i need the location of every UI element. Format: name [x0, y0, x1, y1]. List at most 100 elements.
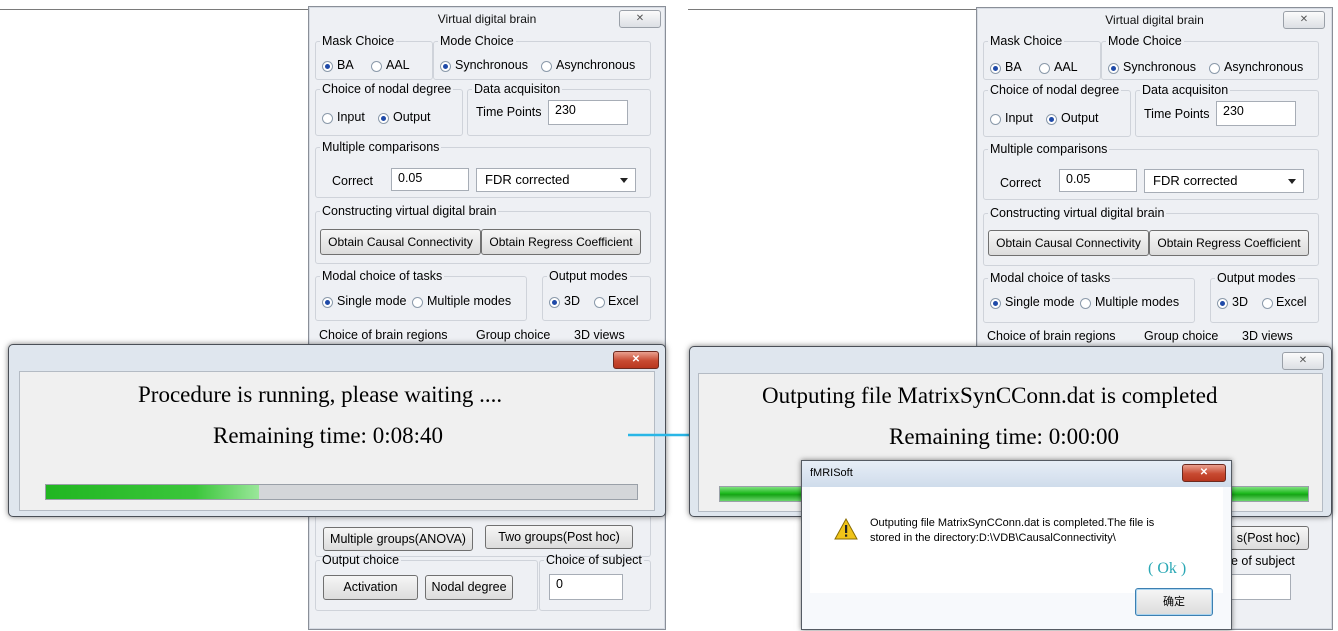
radio-asynchronous[interactable] [1209, 63, 1220, 74]
window-title: Virtual digital brain [437, 12, 537, 26]
correct-label: Correct [332, 174, 373, 188]
radio-synchronous[interactable] [1108, 63, 1119, 74]
radio-synchronous-label: Synchronous [1123, 60, 1196, 74]
close-button[interactable]: ✕ [1282, 352, 1324, 370]
radio-input-label: Input [1005, 111, 1033, 125]
mask-choice-legend: Mask Choice [990, 34, 1063, 48]
nodal-degree-group: Choice of nodal degree [983, 83, 1131, 137]
close-button[interactable]: ✕ [613, 351, 659, 369]
message-box-titlebar [802, 461, 1231, 487]
mask-choice-legend: Mask Choice [322, 34, 395, 48]
radio-multiple-modes[interactable] [412, 297, 423, 308]
output-choice-legend: Output choice [322, 553, 400, 567]
close-icon: ✕ [1299, 14, 1309, 25]
chevron-down-icon [620, 178, 628, 183]
message-box-text-line2: stored in the directory:D:\VDB\CausalCon… [870, 532, 1116, 544]
obtain-causal-connectivity-button[interactable]: Obtain Causal Connectivity [320, 229, 481, 255]
radio-single-mode-label: Single mode [337, 294, 407, 308]
radio-input-label: Input [337, 110, 365, 124]
obtain-causal-connectivity-button[interactable]: Obtain Causal Connectivity [988, 230, 1149, 256]
progress-bar [45, 484, 638, 500]
close-button[interactable]: ✕ [1283, 11, 1325, 29]
radio-output[interactable] [1046, 114, 1057, 125]
correct-input[interactable]: 0.05 [391, 168, 469, 191]
correct-label: Correct [1000, 176, 1041, 190]
nodal-degree-group: Choice of nodal degree [315, 82, 463, 136]
correction-method-select[interactable]: FDR corrected [1144, 169, 1304, 193]
radio-multiple-modes[interactable] [1080, 298, 1091, 309]
radio-input[interactable] [990, 114, 1001, 125]
correction-method-select[interactable]: FDR corrected [476, 168, 636, 192]
data-acquisition-legend: Data acquisiton [474, 82, 561, 96]
progress-dialog-running: ✕ Procedure is running, please waiting .… [8, 344, 666, 517]
multiple-comparisons-legend: Multiple comparisons [322, 140, 440, 154]
radio-ba-label: BA [1005, 60, 1022, 74]
progress-message: Procedure is running, please waiting ...… [138, 382, 503, 407]
main-window-left: Virtual digital brain ✕ Mask Choice BA A… [308, 6, 666, 630]
radio-3d[interactable] [1217, 298, 1228, 309]
group-choice-legend: Group choice [476, 328, 551, 342]
radio-input[interactable] [322, 113, 333, 124]
time-points-label: Time Points [476, 105, 542, 119]
time-points-input[interactable]: 230 [548, 100, 628, 125]
time-points-input[interactable]: 230 [1216, 101, 1296, 126]
radio-asynchronous[interactable] [541, 61, 552, 72]
radio-3d-label: 3D [1232, 295, 1248, 309]
radio-3d[interactable] [549, 297, 560, 308]
progress-body: Procedure is running, please waiting ...… [19, 371, 655, 511]
close-icon: ✕ [635, 13, 645, 24]
radio-aal-label: AAL [386, 58, 410, 72]
radio-excel-label: Excel [1276, 295, 1307, 309]
radio-synchronous-label: Synchronous [455, 58, 528, 72]
radio-ba[interactable] [322, 61, 333, 72]
3d-views-legend: 3D views [1242, 329, 1293, 343]
obtain-regress-coefficient-button[interactable]: Obtain Regress Coefficient [481, 229, 641, 255]
radio-output[interactable] [378, 113, 389, 124]
mask-choice-group: Mask Choice [315, 34, 433, 80]
multiple-comparisons-legend: Multiple comparisons [990, 142, 1108, 156]
remaining-time: Remaining time: 0:00:00 [889, 424, 1119, 449]
radio-3d-label: 3D [564, 294, 580, 308]
correction-method-value: FDR corrected [1153, 173, 1238, 188]
mode-choice-legend: Mode Choice [440, 34, 514, 48]
ok-button[interactable]: 确定 [1135, 588, 1213, 616]
close-button[interactable]: ✕ [619, 10, 661, 28]
post-hoc-button[interactable]: Two groups(Post hoc) [485, 525, 633, 549]
radio-aal[interactable] [371, 61, 382, 72]
radio-excel[interactable] [1262, 298, 1273, 309]
message-box-title: fMRISoft [810, 467, 853, 479]
window-title: Virtual digital brain [1105, 13, 1204, 27]
radio-ba[interactable] [990, 63, 1001, 74]
anova-button[interactable]: Multiple groups(ANOVA) [323, 527, 473, 551]
radio-single-mode[interactable] [322, 297, 333, 308]
radio-asynchronous-label: Asynchronous [1224, 60, 1304, 74]
radio-aal[interactable] [1039, 63, 1050, 74]
radio-multiple-modes-label: Multiple modes [427, 294, 512, 308]
output-modes-legend: Output modes [1217, 271, 1296, 285]
modal-choice-legend: Modal choice of tasks [990, 271, 1111, 285]
correct-input[interactable]: 0.05 [1059, 169, 1137, 192]
subject-input[interactable]: 0 [549, 574, 623, 600]
close-icon: ✕ [631, 354, 641, 365]
radio-multiple-modes-label: Multiple modes [1095, 295, 1180, 309]
radio-excel[interactable] [594, 297, 605, 308]
nodal-degree-legend: Choice of nodal degree [990, 83, 1120, 97]
close-icon: ✕ [1298, 355, 1308, 366]
radio-excel-label: Excel [608, 294, 639, 308]
data-acquisition-legend: Data acquisiton [1142, 83, 1229, 97]
close-button[interactable]: ✕ [1182, 464, 1226, 482]
mode-choice-legend: Mode Choice [1108, 34, 1182, 48]
3d-views-legend: 3D views [574, 328, 625, 342]
post-hoc-button-label: s(Post hoc) [1236, 531, 1300, 545]
nodal-degree-button[interactable]: Nodal degree [425, 575, 513, 600]
radio-single-mode[interactable] [990, 298, 1001, 309]
brain-regions-legend: Choice of brain regions [319, 328, 448, 342]
obtain-regress-coefficient-button[interactable]: Obtain Regress Coefficient [1149, 230, 1309, 256]
radio-ba-label: BA [337, 58, 354, 72]
constructing-legend: Constructing virtual digital brain [990, 206, 1165, 220]
message-box-text-line1: Outputing file MatrixSynCConn.dat is com… [870, 517, 1155, 529]
activation-button[interactable]: Activation [323, 575, 418, 600]
radio-synchronous[interactable] [440, 61, 451, 72]
radio-single-mode-label: Single mode [1005, 295, 1075, 309]
subject-choice-legend: Choice of subject [546, 553, 642, 567]
